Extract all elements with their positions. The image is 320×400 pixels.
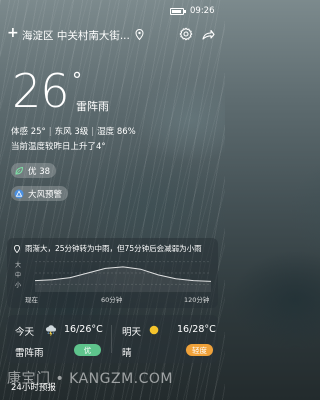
- sun-icon: [149, 325, 159, 335]
- top-bar: + 海淀区 中关村南大街...: [0, 25, 225, 46]
- location-pin-icon: [135, 29, 144, 40]
- feels-like: 体感 25°: [11, 127, 46, 137]
- location-pin-icon: [14, 244, 20, 253]
- rain-level-light: 小: [15, 282, 22, 289]
- share-icon[interactable]: [201, 27, 215, 41]
- wind: 东风 3级: [54, 127, 89, 137]
- forecast-aqi-badge: 优: [74, 344, 101, 356]
- alert-icon: [14, 189, 24, 198]
- forecast-temp: 16/28°C: [177, 324, 216, 335]
- current-temperature: 26: [12, 64, 70, 118]
- separator: |: [48, 127, 52, 137]
- current-temperature-block: 26 °: [12, 64, 82, 118]
- current-condition: 雷阵雨: [76, 100, 109, 113]
- separator: |: [91, 127, 95, 137]
- settings-icon[interactable]: [179, 27, 193, 41]
- temperature-change-note: 当前温度较昨日上升了4°: [11, 142, 106, 152]
- rain-time-120: 120分钟: [184, 296, 210, 304]
- weather-alert-pill[interactable]: 大风预警: [11, 186, 69, 201]
- battery-icon: [170, 8, 186, 15]
- humidity: 湿度 86%: [97, 127, 136, 137]
- forecast-condition: 晴: [122, 348, 132, 359]
- section-24h-title: 24小时预报: [11, 383, 56, 393]
- add-city-button[interactable]: +: [7, 25, 19, 41]
- rain-time-now: 现在: [25, 296, 38, 304]
- rain-time-60: 60分钟: [101, 296, 123, 304]
- divider: [111, 325, 112, 353]
- forecast-day: 明天: [122, 327, 142, 338]
- degree-symbol: °: [72, 68, 82, 92]
- location-label[interactable]: 海淀区 中关村南大街...: [22, 28, 130, 43]
- rain-summary-row: 雨渐大，25分钟转为中雨，但75分钟后会减弱为小雨: [13, 243, 202, 254]
- forecast-aqi-badge: 轻度: [186, 344, 213, 356]
- daily-forecast-card: 今天 16/26°C 雷阵雨 优 明天 16/28°C 晴 轻度: [7, 315, 218, 363]
- rain-level-medium: 中: [15, 272, 22, 279]
- alert-label: 大风预警: [28, 189, 63, 200]
- thunder-rain-icon: [45, 325, 56, 336]
- forecast-temp: 16/26°C: [64, 324, 103, 335]
- forecast-today[interactable]: 今天 16/26°C 雷阵雨 优: [7, 315, 111, 363]
- forecast-day: 今天: [15, 327, 35, 338]
- leaf-icon: [15, 166, 24, 175]
- forecast-condition: 雷阵雨: [15, 348, 44, 359]
- rain-summary: 雨渐大，25分钟转为中雨，但75分钟后会减弱为小雨: [25, 244, 202, 253]
- status-time: 09:26: [190, 6, 215, 16]
- weather-details: 体感 25° | 东风 3级 | 湿度 86%: [11, 125, 136, 137]
- rain-level-heavy: 大: [15, 262, 22, 269]
- status-bar: 09:26: [0, 0, 225, 22]
- aqi-label: 优 38: [28, 166, 51, 177]
- forecast-tomorrow[interactable]: 明天 16/28°C 晴 轻度: [114, 315, 218, 363]
- rain-forecast-card[interactable]: 雨渐大，25分钟转为中雨，但75分钟后会减弱为小雨 大 中 小 现在 60分钟 …: [7, 238, 218, 308]
- aqi-pill[interactable]: 优 38: [11, 163, 57, 178]
- rain-intensity-chart: [35, 261, 211, 292]
